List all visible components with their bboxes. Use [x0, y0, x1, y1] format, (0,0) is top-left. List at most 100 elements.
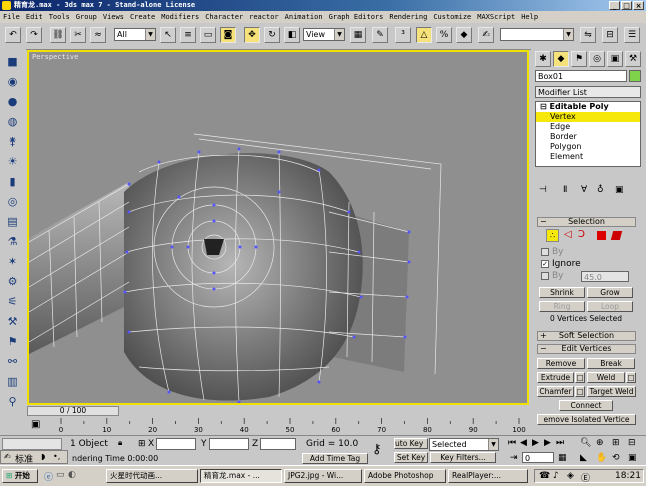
sphere-icon[interactable]: ● — [4, 93, 21, 110]
spinner-snap-icon[interactable]: ◆ — [456, 27, 472, 43]
halfwidth-icon[interactable]: ◗ — [41, 452, 45, 461]
lock-selection-icon[interactable]: 🔒︎ — [118, 438, 122, 448]
menu-help[interactable]: Help — [521, 11, 538, 23]
edge-mode-icon[interactable]: ◁ — [564, 229, 572, 240]
auto-key-button[interactable]: uto Key — [394, 438, 428, 449]
ring-button[interactable]: Ring — [539, 301, 585, 312]
pan-icon[interactable]: ✋ — [596, 453, 607, 463]
go-to-start-icon[interactable]: ⏮ — [508, 438, 516, 448]
add-time-tag-button[interactable]: Add Time Tag — [302, 453, 368, 464]
show-end-result-icon[interactable]: Ⅱ — [563, 185, 567, 195]
hierarchy-tab-icon[interactable]: ⚑ — [571, 51, 587, 67]
remove-button[interactable]: Remove — [537, 358, 585, 369]
selection-filter-dropdown[interactable]: All ▼ — [114, 28, 156, 41]
angle-snap-icon[interactable]: △ — [416, 27, 432, 43]
menu-customize[interactable]: Customize — [433, 11, 471, 23]
menu-views[interactable]: Views — [103, 11, 124, 23]
tube-icon[interactable]: ▤ — [4, 213, 21, 230]
select-and-manipulate-icon[interactable]: ✎ — [372, 27, 388, 43]
start-button[interactable]: ⊞ 开始 — [2, 469, 38, 483]
extrude-button[interactable]: Extrude — [537, 372, 574, 383]
go-to-end-icon[interactable]: ⏭ — [556, 438, 564, 448]
next-frame-icon[interactable]: ▶ — [544, 438, 551, 448]
make-unique-icon[interactable]: ∀ — [581, 185, 587, 195]
helper-icon[interactable]: ⚙ — [4, 273, 21, 290]
z-coordinate-field[interactable] — [260, 438, 296, 450]
cylinder-icon[interactable]: ◉ — [4, 73, 21, 90]
chamfer-button[interactable]: Chamfer — [537, 386, 574, 397]
menu-maxscript[interactable]: MAXScript — [477, 11, 515, 23]
object-name-field[interactable]: Box01 — [535, 70, 627, 82]
extrude-settings-button[interactable]: □ — [575, 372, 585, 383]
tray-icon-ime[interactable]: Ⓔ — [581, 471, 590, 484]
utilities-icon[interactable]: ⚲ — [4, 393, 21, 410]
task-button-3[interactable]: JPG2.jpg - Wi... — [284, 469, 362, 483]
reference-coordinate-dropdown[interactable]: View ▼ — [303, 28, 345, 41]
configure-sets-icon[interactable]: ▣ — [615, 185, 624, 195]
time-configuration-icon[interactable]: ▦ — [558, 453, 567, 463]
zoom-all-icon[interactable]: ⊕ — [596, 438, 604, 448]
maxscript-listener[interactable] — [2, 438, 62, 450]
menu-modifiers[interactable]: Modifiers — [161, 11, 199, 23]
select-and-rotate-icon[interactable]: ↻ — [264, 27, 280, 43]
chamfer-settings-button[interactable]: □ — [575, 386, 585, 397]
play-icon[interactable]: ▶ — [532, 438, 539, 448]
menu-edit[interactable]: Edit — [26, 11, 43, 23]
weld-settings-button[interactable]: □ — [626, 372, 636, 383]
key-icon[interactable]: ⚷ — [372, 442, 382, 457]
modifier-icon[interactable]: ⚒ — [4, 313, 21, 330]
menu-reactor[interactable]: reactor — [249, 11, 279, 23]
internet-explorer-icon[interactable]: ⓔ — [44, 470, 53, 483]
stack-item-element[interactable]: Element — [536, 152, 640, 162]
close-button[interactable]: × — [633, 1, 644, 10]
selection-set-dropdown[interactable]: Selected ▼ — [429, 438, 499, 451]
current-frame-field[interactable]: 0 — [522, 452, 554, 463]
pin-stack-icon[interactable]: ⊣ — [539, 185, 547, 195]
unlink-icon[interactable]: ✂ — [70, 27, 86, 43]
utilities-tab-icon[interactable]: ⚒ — [625, 51, 641, 67]
x-coordinate-field[interactable] — [156, 438, 196, 450]
undo-icon[interactable]: ↶ — [5, 27, 21, 43]
camera-icon[interactable]: ▮ — [4, 173, 21, 190]
loop-button[interactable]: Loop — [587, 301, 633, 312]
minimize-button[interactable]: _ — [609, 1, 620, 10]
stack-item-polygon[interactable]: Polygon — [536, 142, 640, 152]
percent-snap-icon[interactable]: % — [436, 27, 452, 43]
menu-character[interactable]: Character — [205, 11, 243, 23]
absolute-mode-icon[interactable]: ⊞ — [138, 439, 146, 449]
menu-graph-editors[interactable]: Graph Editors — [329, 11, 384, 23]
task-button-4[interactable]: Adobe Photoshop — [364, 469, 446, 483]
teapot-icon[interactable]: ⚗ — [4, 233, 21, 250]
modify-tab-icon[interactable]: ◆ — [553, 51, 569, 67]
y-coordinate-field[interactable] — [209, 438, 249, 450]
task-button-5[interactable]: RealPlayer:... — [448, 469, 528, 483]
menu-group[interactable]: Group — [76, 11, 97, 23]
set-key-button[interactable]: Set Key — [394, 452, 428, 463]
mini-curve-editor-icon[interactable]: ▣ — [31, 419, 40, 430]
remove-modifier-icon[interactable]: ♁ — [597, 185, 604, 195]
particle-icon[interactable]: ✶ — [4, 253, 21, 270]
torus-icon[interactable]: ◎ — [4, 193, 21, 210]
rectangle-selection-icon[interactable]: ▭ — [200, 27, 216, 43]
ime-mode[interactable]: 标准 — [15, 452, 33, 465]
task-button-2[interactable]: 精育龙.max - ... — [200, 469, 282, 483]
object-color-swatch[interactable] — [629, 70, 641, 82]
soft-selection-rollout[interactable]: + Soft Selection — [537, 331, 636, 341]
selection-rollout[interactable]: − Selection — [537, 217, 636, 227]
previous-frame-icon[interactable]: ◀ — [520, 438, 527, 448]
track-bar[interactable]: 0 10 20 30 40 50 60 70 80 90 100 — [27, 418, 527, 434]
mirror-icon[interactable]: ⇋ — [580, 27, 596, 43]
grow-button[interactable]: Grow — [587, 287, 633, 298]
border-mode-icon[interactable]: Ↄ — [578, 229, 585, 240]
menu-rendering[interactable]: Rendering — [389, 11, 427, 23]
tray-icon-network[interactable]: ☎ — [539, 471, 550, 481]
stack-item-vertex[interactable]: Vertex — [536, 112, 640, 122]
tray-icon-volume[interactable]: ♪ — [553, 471, 559, 481]
bone-icon[interactable]: ⚵ — [4, 133, 21, 150]
time-slider[interactable]: 0 / 100 — [27, 406, 119, 416]
by-vertex-checkbox[interactable] — [541, 248, 549, 256]
display-tab-icon[interactable]: ▣ — [607, 51, 623, 67]
edit-vertices-rollout[interactable]: − Edit Vertices — [537, 344, 636, 354]
maximize-button[interactable]: □ — [621, 1, 632, 10]
connect-button[interactable]: Connect — [559, 400, 613, 411]
